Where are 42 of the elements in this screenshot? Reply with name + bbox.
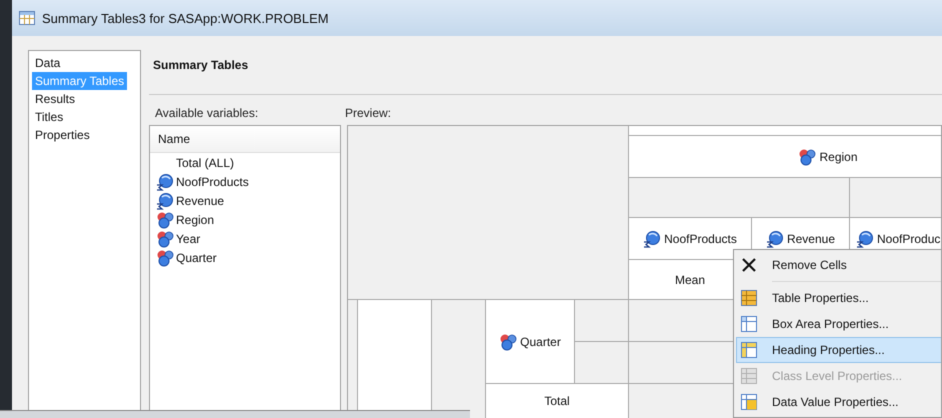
window-title: Summary Tables3 for SASApp:WORK.PROBLEM (42, 10, 329, 26)
spheres-icon (798, 148, 816, 166)
sphere-icon (156, 172, 174, 190)
spheres-icon (499, 332, 518, 350)
sphere-icon (643, 230, 662, 248)
nav-item[interactable]: Results (32, 90, 78, 108)
sphere-icon (156, 192, 174, 210)
spheres-icon (156, 210, 174, 228)
close-icon (740, 256, 758, 274)
list-item[interactable]: Total (ALL) (176, 156, 234, 170)
cell-label: NoofProduc (877, 232, 940, 246)
cell-label: Region (819, 150, 858, 164)
table-icon (740, 289, 758, 307)
sphere-icon (766, 230, 784, 248)
nav-item[interactable]: Properties (32, 126, 93, 144)
list-item[interactable]: Quarter (176, 250, 217, 264)
field-label: Available variables: (155, 106, 258, 120)
sphere-icon (856, 230, 874, 248)
nav-item[interactable]: Titles (32, 108, 66, 126)
spheres-icon (156, 230, 174, 248)
list-item[interactable]: Year (176, 232, 200, 246)
menu-item[interactable]: Data Value Properties... (736, 389, 941, 415)
table-icon (740, 341, 758, 359)
spheres-icon (156, 248, 174, 266)
cell-label: Quarter (520, 334, 561, 348)
table-icon (740, 315, 758, 333)
section-heading: Summary Tables (153, 58, 248, 72)
list-item[interactable]: Revenue (176, 194, 224, 208)
list-item[interactable]: NoofProducts (176, 174, 249, 188)
field-label: Preview: (345, 106, 392, 120)
table-cell (575, 300, 628, 341)
table-cell: Total (486, 384, 628, 418)
cell-label: NoofProducts (664, 232, 737, 246)
menu-item[interactable]: Box Area Properties... (736, 311, 941, 337)
window-icon (18, 9, 36, 27)
table-icon (740, 393, 758, 411)
list-item[interactable]: Region (176, 212, 214, 226)
nav-item[interactable]: Data (32, 54, 64, 72)
table-cell (575, 342, 628, 383)
menu-item[interactable]: Heading Properties... (736, 337, 941, 363)
table-icon (740, 367, 758, 385)
cell-label: Revenue (786, 232, 836, 246)
